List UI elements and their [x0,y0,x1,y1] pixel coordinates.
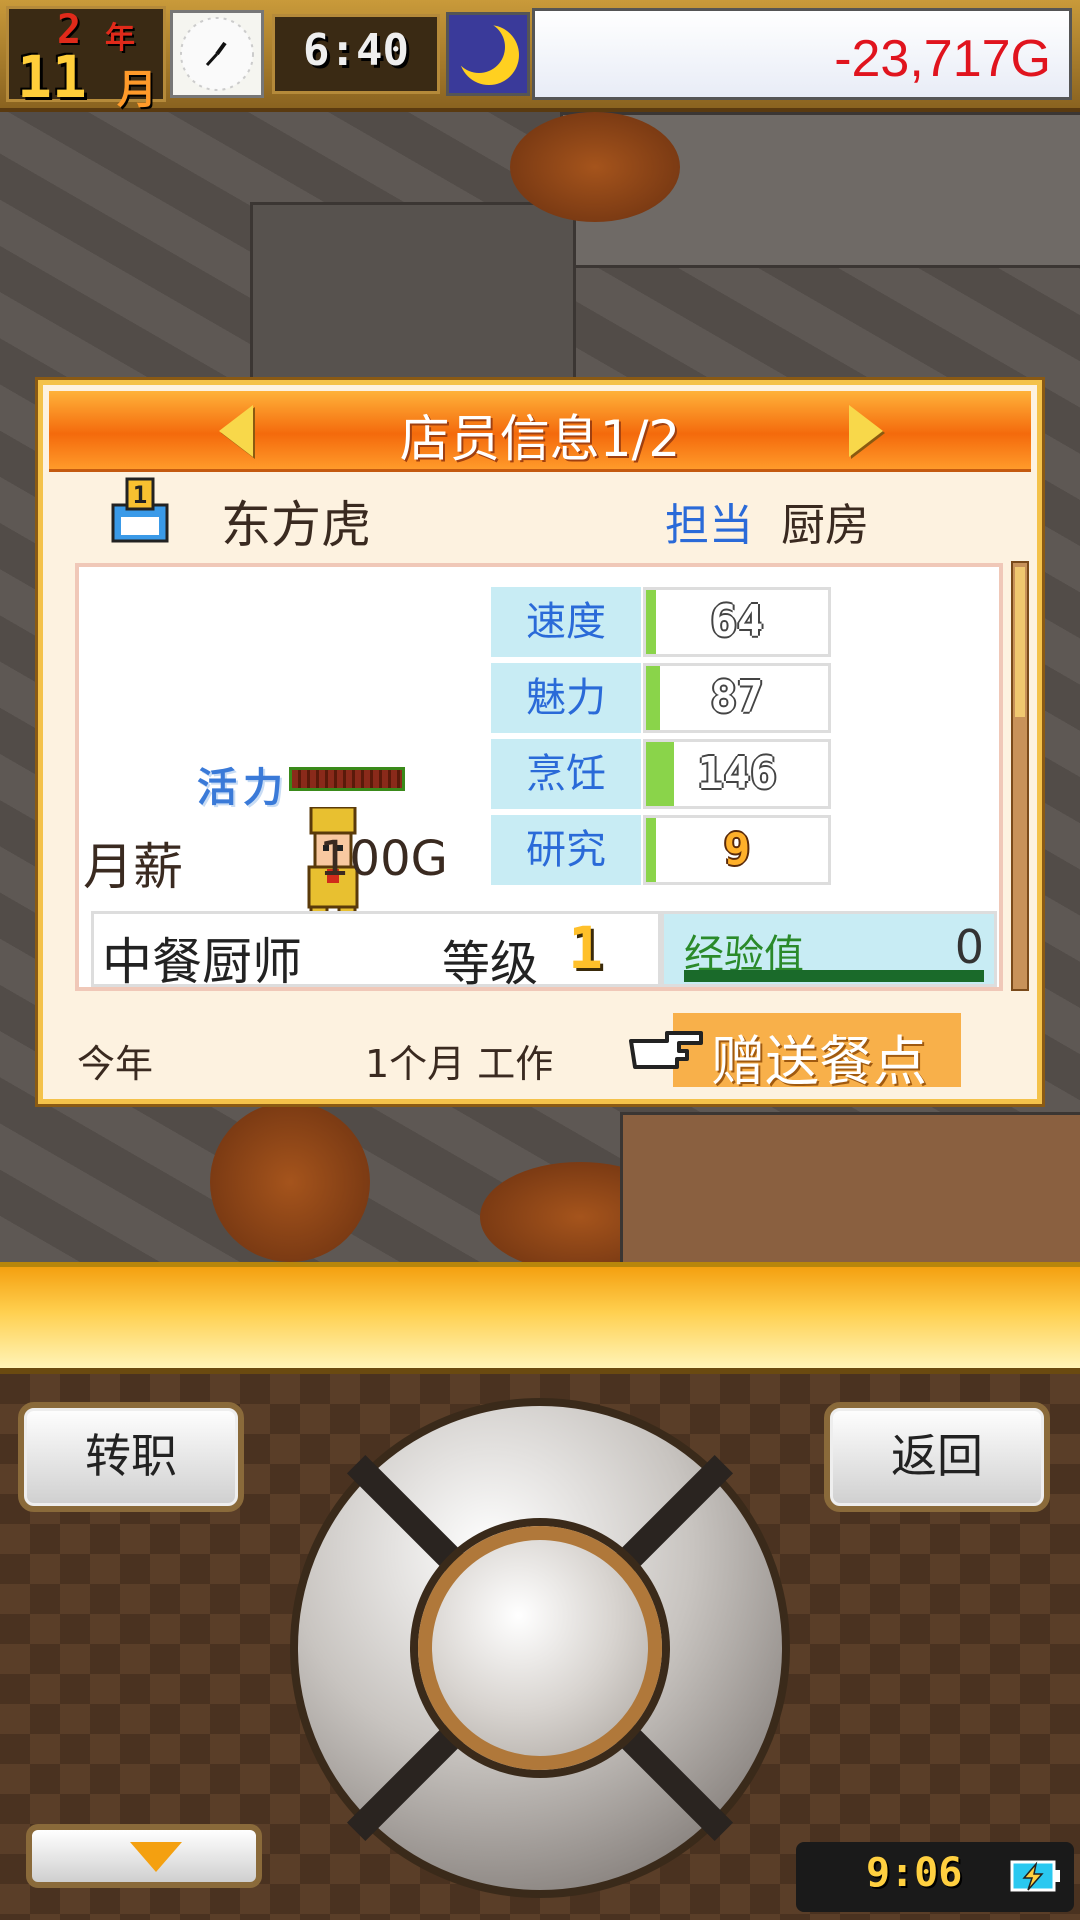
level-value: 1 [568,914,603,982]
tree [210,1102,370,1262]
salary-value: 100G [319,831,448,887]
scroll-thumb[interactable] [1015,567,1025,717]
stat-bar: 64 [643,587,831,657]
money-value: -23,717G [834,30,1051,88]
vitality-label: 活力 [197,765,289,811]
exp-bar [684,970,984,982]
clock-icon [170,10,264,98]
panel-title: 店员信息1/2 [399,410,681,468]
dpad-center-button[interactable] [418,1526,662,1770]
scrollbar[interactable] [1011,561,1029,991]
level-label: 等级 [442,936,539,992]
tree [510,112,680,222]
assignment-value[interactable]: 厨房 [781,489,869,553]
rank-number: 1 [133,481,147,509]
staff-info-panel: 店员信息1/2 1 东方虎 担当 厨房 活力 月薪 100G 速度 64 魅力 … [38,380,1042,1104]
back-button[interactable]: 返回 [824,1402,1050,1512]
message-banner [0,1262,1080,1374]
month-unit: 月 [117,67,157,113]
stat-row-speed: 速度 64 [491,587,831,657]
stat-value: 87 [710,672,764,723]
stat-bar: 9 [643,815,831,885]
stat-label: 研究 [491,815,641,885]
building [250,202,576,408]
give-meal-label: 赠送餐点 [711,1030,927,1093]
exp-value: 0 [954,920,984,974]
job-name: 中餐厨师 [102,933,302,991]
this-year-label: 今年 [77,1042,154,1086]
assignment-label: 担当 [665,500,753,551]
rank-badge-icon: 1 [105,477,175,549]
stat-bar: 87 [643,663,831,733]
stat-row-research: 研究 9 [491,815,831,885]
stat-label: 魅力 [491,663,641,733]
stat-value: 9 [723,824,751,875]
panel-header: 店员信息1/2 [49,391,1031,472]
top-status-bar: 2 年 11 月 6:40 -23,717G [0,0,1080,113]
money-display: -23,717G [532,8,1072,100]
building [620,1112,1080,1268]
stat-row-charm: 魅力 87 [491,663,831,733]
change-job-button[interactable]: 转职 [18,1402,244,1512]
vitality-fill [292,770,402,788]
stat-label: 速度 [491,587,641,657]
give-meal-button[interactable]: 赠送餐点 [673,1013,961,1093]
staff-name: 东方虎 [221,496,371,554]
pointing-hand-icon [627,1021,705,1075]
controller-area: 转职 返回 9:06 [0,1374,1080,1920]
battery-charging-icon [1010,1856,1062,1896]
stat-label: 烹饪 [491,739,641,809]
arrow-down-icon [130,1842,182,1872]
year-unit: 年 [105,21,135,56]
stat-bar: 146 [643,739,831,809]
vitality-bar [289,767,405,791]
work-duration: 1个月 工作 [365,1042,554,1086]
stat-value: 146 [697,748,777,799]
month-number: 11 [17,43,87,111]
arrow-right-icon[interactable] [849,405,883,457]
moon-icon [446,12,530,96]
game-time: 6:40 [272,14,440,94]
salary-label: 月薪 [83,838,183,896]
dpad[interactable] [290,1398,790,1898]
date-display: 2 年 11 月 [6,6,166,113]
system-status: 9:06 [796,1842,1074,1912]
scroll-down-button[interactable] [26,1824,262,1888]
system-time: 9:06 [866,1850,963,1896]
stat-value: 64 [710,596,764,647]
exp-box: 经验值 0 [661,911,997,987]
game-time-text: 6:40 [303,25,409,76]
stat-row-cooking: 烹饪 146 [491,739,831,809]
job-box: 中餐厨师 等级 1 [91,911,661,992]
